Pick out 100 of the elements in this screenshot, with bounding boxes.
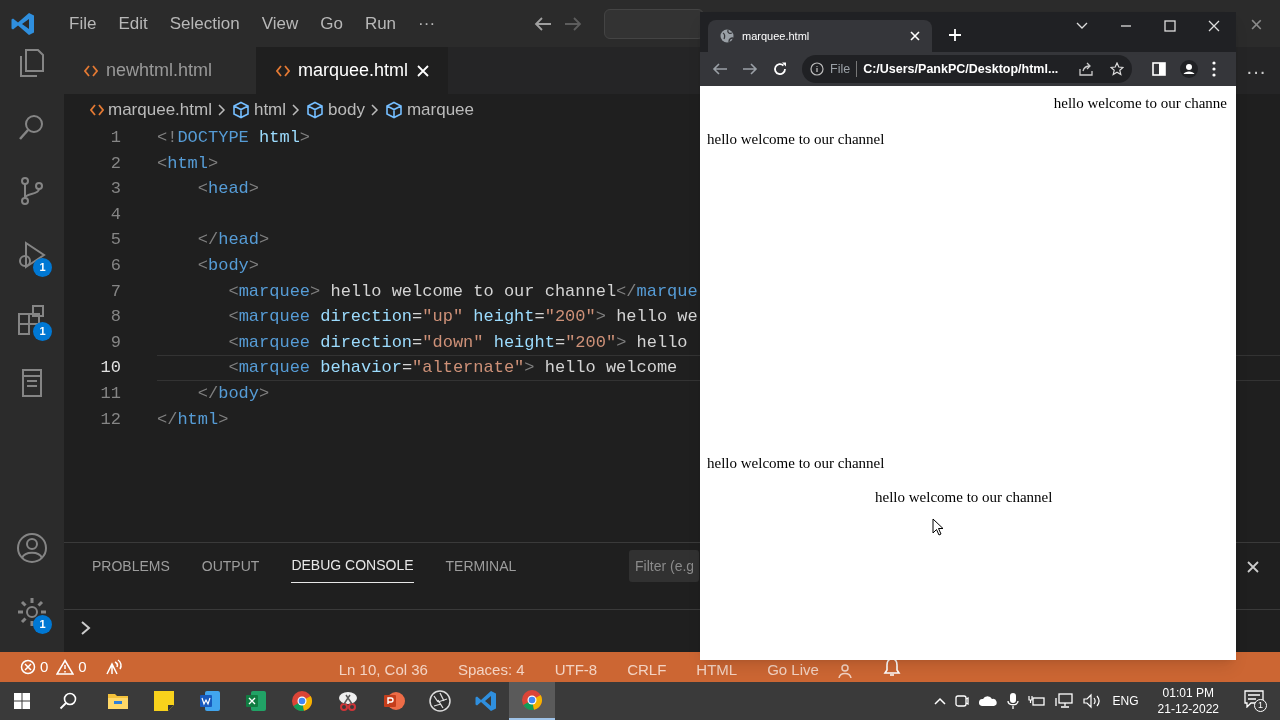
mouse-cursor-icon	[932, 518, 944, 536]
line-number: 10	[99, 357, 121, 380]
panel-tab[interactable]: DEBUG CONSOLE	[291, 549, 414, 583]
code-editor-icon	[474, 689, 498, 713]
close-button[interactable]: ×	[1250, 8, 1263, 41]
battery-plug-icon[interactable]	[1027, 694, 1046, 708]
spreadsheet-app-icon	[244, 689, 268, 713]
sticky-note-icon	[152, 689, 176, 713]
panel-tab[interactable]: PROBLEMS	[92, 549, 170, 583]
camera-icon[interactable]	[954, 693, 969, 709]
search-icon[interactable]	[59, 692, 77, 710]
forward-icon[interactable]	[742, 61, 758, 77]
settings-icon[interactable]	[16, 596, 48, 628]
line-number: 1	[109, 127, 121, 150]
globe-icon	[720, 29, 734, 43]
account-icon[interactable]	[16, 532, 48, 564]
close-icon[interactable]	[416, 63, 431, 78]
notification-center-button[interactable]: 1	[1244, 690, 1266, 712]
code-line: <marquee behavior="alternate"> hello welcome	[227, 357, 678, 380]
scheme-label: File	[830, 60, 851, 78]
chevron-right-icon	[80, 619, 92, 636]
code-brackets-icon	[90, 102, 104, 117]
document-app-icon	[198, 689, 222, 713]
menu-item[interactable]: ···	[407, 10, 447, 37]
code-line: </body>	[196, 383, 270, 405]
url-text: C:/Users/PankPC/Desktop/html...	[863, 60, 1059, 78]
marquee-text: hello welcome to our channel	[707, 131, 885, 147]
menu-item[interactable]: Run	[353, 10, 408, 37]
more-actions-button[interactable]: ···	[1246, 55, 1266, 86]
profile-icon[interactable]	[1180, 60, 1198, 78]
menu-item[interactable]: File	[58, 10, 108, 37]
bell-icon[interactable]	[882, 657, 901, 677]
scissors-icon	[336, 689, 360, 713]
back-icon[interactable]	[712, 61, 728, 77]
close-icon[interactable]	[1246, 560, 1260, 574]
chevron-right-icon	[370, 103, 379, 116]
chevron-up-icon[interactable]	[933, 697, 946, 705]
editor-tab[interactable]: marquee.html	[256, 47, 448, 94]
breadcrumb-item[interactable]: html	[231, 96, 287, 123]
line-number: 2	[109, 152, 121, 175]
windows-icon[interactable]	[13, 692, 31, 710]
side-panel-icon[interactable]	[1152, 62, 1166, 76]
code-line: </html>	[157, 408, 229, 431]
chevron-right-icon	[217, 103, 226, 116]
notification-badge: 1	[33, 258, 52, 277]
info-icon	[810, 62, 824, 76]
menu-item[interactable]: Go	[309, 10, 354, 37]
cube-icon	[231, 100, 250, 119]
network-icon[interactable]	[1054, 693, 1073, 709]
speaker-icon[interactable]	[1081, 693, 1102, 709]
menu-item[interactable]: Selection	[158, 10, 251, 37]
warning-icon	[56, 659, 75, 675]
notification-badge: 1	[33, 322, 52, 341]
maximize-icon[interactable]	[1164, 20, 1176, 32]
share-icon[interactable]	[1078, 62, 1094, 76]
code-line: </head>	[196, 229, 270, 252]
panel-tab[interactable]: OUTPUT	[201, 549, 260, 583]
browser-app-icon	[520, 688, 544, 712]
panel-tab[interactable]: TERMINAL	[445, 549, 517, 583]
clock[interactable]: 01:01 PM 21-12-2022	[1157, 685, 1219, 717]
code-line: <head>	[196, 178, 260, 201]
code-line: <marquee direction="down" height="200"> hello	[227, 331, 688, 354]
language-indicator[interactable]: ENG	[1112, 692, 1139, 710]
notification-count: 1	[1254, 699, 1267, 712]
presentation-app-icon	[382, 689, 406, 713]
play-bug-icon[interactable]	[16, 239, 48, 271]
address-bar[interactable]: File C:/Users/PankPC/Desktop/html...	[802, 55, 1132, 83]
star-icon[interactable]	[1110, 62, 1124, 76]
line-number: 11	[99, 383, 121, 405]
line-number: 12	[99, 408, 121, 431]
cube-icon	[384, 100, 403, 119]
marquee-text: hello welcome to our channe	[1053, 93, 1227, 113]
plus-icon[interactable]	[948, 28, 962, 42]
breadcrumb-item[interactable]: marquee	[384, 96, 475, 123]
breadcrumb-item[interactable]: body	[306, 96, 365, 123]
chevron-down-icon[interactable]	[1076, 22, 1088, 30]
microphone-icon[interactable]	[1006, 692, 1019, 710]
problems-indicator[interactable]: 0 0	[20, 655, 87, 679]
cloud-icon[interactable]	[977, 695, 998, 707]
breadcrumb-item[interactable]: marquee.html	[90, 96, 212, 123]
code-brackets-icon	[84, 63, 98, 78]
line-number: 3	[109, 178, 121, 201]
browser-tab[interactable]: marquee.html	[708, 20, 932, 52]
kebab-menu-icon[interactable]	[1212, 61, 1216, 77]
editor-tab[interactable]: newhtml.html	[64, 47, 256, 94]
line-number: 5	[109, 229, 121, 252]
filter-field[interactable]: Filter (e.g	[629, 550, 699, 582]
close-icon[interactable]	[1208, 20, 1220, 32]
menu-item[interactable]: Edit	[107, 10, 159, 37]
error-icon	[20, 659, 36, 675]
code-line: <marquee direction="up" height="200"> hello we	[227, 306, 698, 329]
code-line: <marquee> hello welcome to our channel</marque	[227, 280, 698, 303]
reload-icon[interactable]	[772, 61, 788, 77]
line-number: 9	[109, 331, 121, 354]
marquee-text: hello welcome to our channel	[875, 487, 1053, 507]
cube-icon	[306, 100, 325, 119]
code-line: <html>	[157, 152, 219, 175]
marquee-text: hello welcome to our channel	[707, 453, 885, 473]
person-icon[interactable]	[836, 663, 853, 679]
menu-item[interactable]: View	[250, 10, 310, 37]
